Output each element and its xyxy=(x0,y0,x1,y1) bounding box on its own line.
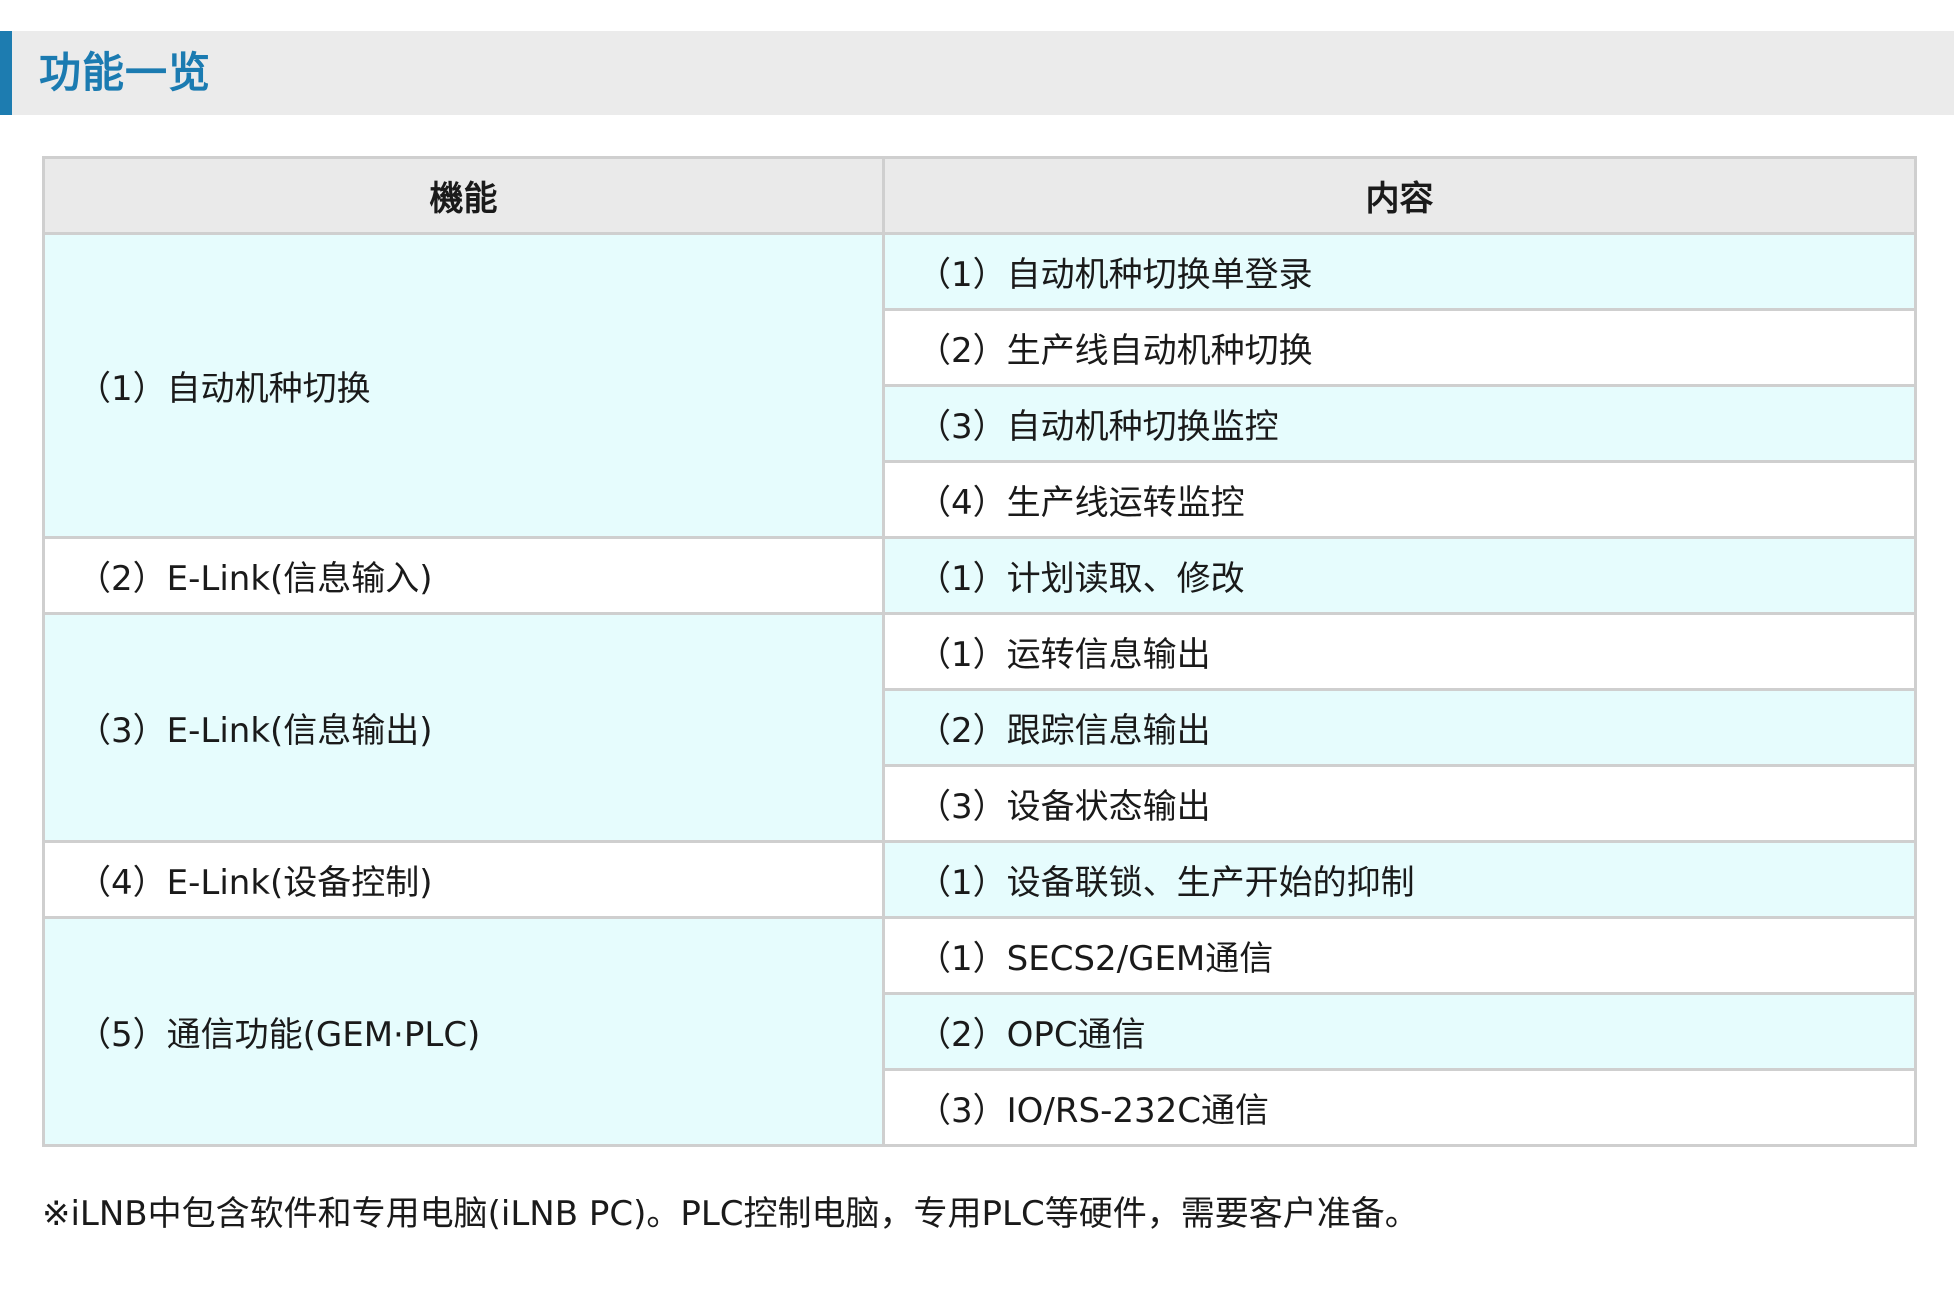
column-header-function: 機能 xyxy=(42,156,885,235)
table-row: （3）E-Link(信息输出) （1）运转信息输出 xyxy=(42,612,1917,843)
content-cell: （3）设备状态输出 xyxy=(882,764,1917,843)
function-cell: （3）E-Link(信息输出) xyxy=(42,612,885,843)
page-title: 功能一览 xyxy=(39,48,212,97)
table-row: （2）E-Link(信息输入) （1）计划读取、修改 xyxy=(42,536,1917,615)
footnote: ※iLNB中包含软件和专用电脑(iLNB PC)。PLC控制电脑，专用PLC等硬… xyxy=(42,1194,1419,1234)
function-cell: （5）通信功能(GEM·PLC) xyxy=(42,916,885,1147)
content-cell: （3）自动机种切换监控 xyxy=(882,384,1917,463)
content-cell: （1）运转信息输出 xyxy=(882,612,1917,691)
function-cell: （4）E-Link(设备控制) xyxy=(42,840,885,919)
content-cell: （2）跟踪信息输出 xyxy=(882,688,1917,767)
table-row: （5）通信功能(GEM·PLC) （1）SECS2/GEM通信 xyxy=(42,916,1917,1147)
content-cell: （2）生产线自动机种切换 xyxy=(882,308,1917,387)
table-row: （4）E-Link(设备控制) （1）设备联锁、生产开始的抑制 xyxy=(42,840,1917,919)
table-row: （1）自动机种切换 （1）自动机种切换单登录 xyxy=(42,232,1917,539)
content-cell: （2）OPC通信 xyxy=(882,992,1917,1071)
column-header-content: 内容 xyxy=(882,156,1917,235)
content-cell: （1）设备联锁、生产开始的抑制 xyxy=(882,840,1917,919)
section-header: 功能一览 xyxy=(0,31,1954,115)
content-cell: （1）计划读取、修改 xyxy=(882,536,1917,615)
function-cell: （2）E-Link(信息输入) xyxy=(42,536,885,615)
feature-table: 機能 内容 （1）自动机种切换 （1）自动机种切换单登录 （2）生产线自动机种切… xyxy=(42,156,1917,1147)
content-cell: （3）IO/RS-232C通信 xyxy=(882,1068,1917,1147)
content-cell: （1）自动机种切换单登录 xyxy=(882,232,1917,311)
table-header-row: 機能 内容 xyxy=(42,156,1917,235)
content-cell: （1）SECS2/GEM通信 xyxy=(882,916,1917,995)
content-cell: （4）生产线运转监控 xyxy=(882,460,1917,539)
function-cell: （1）自动机种切换 xyxy=(42,232,885,539)
